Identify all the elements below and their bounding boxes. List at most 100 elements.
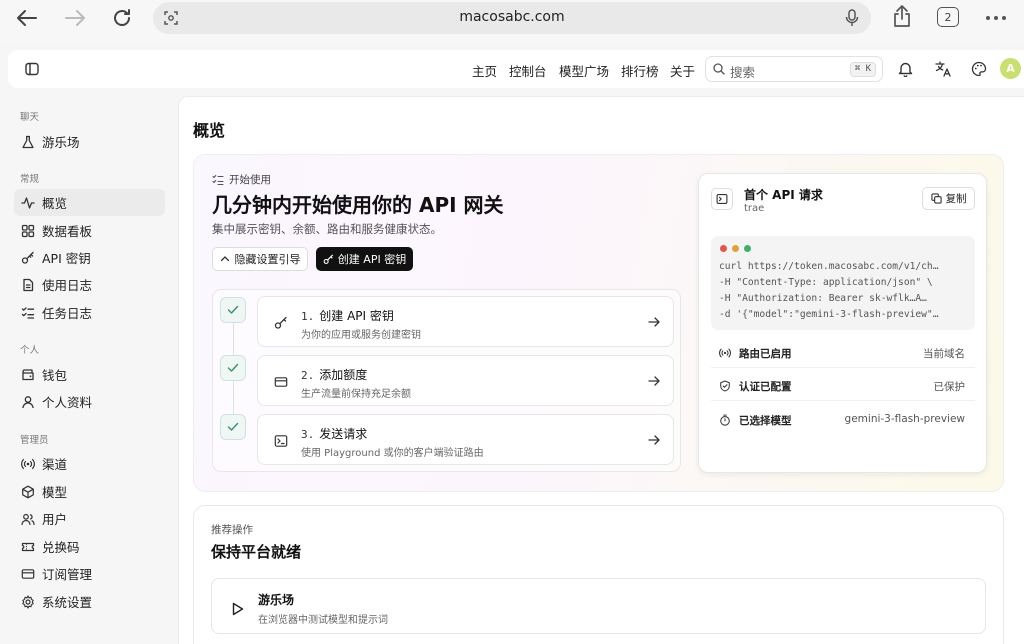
request-card-subtitle: trae [744,203,765,214]
sidebar-item-label: 模型 [42,485,68,500]
step-send-request[interactable]: 3. 发送请求 使用 Playground 或你的客户端验证路由 [257,414,674,465]
avatar[interactable]: A [1000,58,1021,79]
chevron-up-icon [220,256,229,262]
browser-toolbar: macosabc.com 2 [0,0,1024,42]
activity-icon [21,196,35,209]
sidebar-item-overview[interactable]: 概览 [14,189,165,216]
sidebar-item-label: 用户 [42,512,68,527]
search-input[interactable]: 搜索 ⌘ K [705,56,883,82]
settings-icon [22,594,34,609]
sidebar-item-playground[interactable]: 游乐场 [14,128,165,155]
ticket-icon [21,542,35,551]
sidebar-item-task-logs[interactable]: 任务日志 [14,299,165,326]
info-row-auth: 认证已配置 已保护 [711,374,975,401]
request-card-title: 首个 API 请求 [744,188,823,202]
info-label: 已选择模型 [739,415,792,427]
step-1-check [220,297,246,323]
sidebar-item-label: 兑换码 [42,540,80,555]
arrow-right-icon [648,435,660,445]
code-line: -d '{"model":"gemini-3-flash-preview"… [719,309,939,320]
sidebar-item-profile[interactable]: 个人资料 [14,388,165,415]
sidebar-item-label: 概览 [42,196,68,211]
copy-button[interactable]: 复制 [922,187,975,210]
arrow-right-icon [648,317,660,327]
sidebar-item-subscriptions[interactable]: 订阅管理 [14,560,165,587]
step-3-check [220,414,246,440]
microphone-icon[interactable] [845,9,859,27]
key-icon [21,251,34,264]
more-icon[interactable] [981,6,1011,30]
reload-icon[interactable] [107,6,137,30]
forward-icon[interactable] [60,6,90,30]
shield-check-icon [720,380,730,392]
nav-leaderboard[interactable]: 排行榜 [621,61,659,80]
copy-label: 复制 [945,193,967,205]
hero-tag: 开始使用 [212,172,271,187]
rec-card-title: 游乐场 [258,593,295,607]
recommended-label: 推荐操作 [211,524,253,536]
sidebar-item-system-settings[interactable]: 系统设置 [14,588,165,615]
info-value: 已保护 [933,381,966,393]
hide-guide-button[interactable]: 隐藏设置引导 [212,247,308,271]
window-dot-red [720,245,727,252]
play-icon [224,596,250,622]
back-icon[interactable] [12,6,42,30]
arrow-right-icon [648,376,660,386]
info-row-routing: 路由已启用 当前域名 [711,341,975,368]
sidebar-item-label: 渠道 [42,457,68,472]
first-request-card: 首个 API 请求 trae 复制 curl https://token.mac… [698,173,987,473]
step-create-api-key[interactable]: 1. 创建 API 密钥 为你的应用或服务创建密钥 [257,296,674,347]
search-shortcut: ⌘ K [849,62,876,77]
sidebar-item-usage-logs[interactable]: 使用日志 [14,271,165,298]
nav-model-market[interactable]: 模型广场 [559,61,609,80]
translate-icon[interactable] [933,59,953,79]
check-icon [227,305,239,314]
sidebar-item-models[interactable]: 模型 [14,478,165,505]
getting-started-panel: 开始使用 几分钟内开始使用你的 API 网关 集中展示密钥、余额、路由和服务健康… [193,154,1004,492]
code-snippet[interactable]: curl https://token.macosabc.com/v1/ch… -… [711,236,975,330]
dashboard-icon [21,224,35,237]
sidebar-item-label: API 密钥 [42,251,91,266]
wallet-icon [22,368,34,380]
credit-card-icon [21,568,35,579]
share-icon[interactable] [887,4,917,28]
key-icon [323,254,333,264]
copy-icon [930,193,942,204]
radio-icon [21,458,35,469]
step-desc: 生产流量前保持充足余额 [301,389,411,400]
bell-icon[interactable] [895,59,915,79]
palette-icon[interactable] [969,59,989,79]
sidebar-item-redeem-codes[interactable]: 兑换码 [14,533,165,560]
main-content: 概览 开始使用 几分钟内开始使用你的 API 网关 集中展示密钥、余额、路由和服… [178,96,1024,644]
address-bar[interactable]: macosabc.com [153,2,871,34]
list-check-icon [21,306,35,319]
code-line: -H "Authorization: Bearer sk-wflk…A… [719,293,927,304]
sidebar-item-wallet[interactable]: 钱包 [14,361,165,388]
code-line: curl https://token.macosabc.com/v1/ch… [719,261,939,272]
info-row-model: 已选择模型 gemini-3-flash-preview [711,408,975,435]
recommended-title: 保持平台就绪 [211,543,302,561]
hero-tag-label: 开始使用 [229,174,271,186]
step-add-credit[interactable]: 2. 添加额度 生产流量前保持充足余额 [257,355,674,406]
tab-count-button[interactable]: 2 [937,7,959,27]
nav-console[interactable]: 控制台 [509,61,547,80]
radio-icon [719,348,731,358]
sidebar-toggle-icon[interactable] [22,59,42,79]
page-title: 概览 [193,121,226,140]
hero-title: 几分钟内开始使用你的 API 网关 [212,193,504,217]
check-icon [227,422,239,431]
rec-card-desc: 在浏览器中测试模型和提示词 [258,615,388,626]
hide-guide-label: 隐藏设置引导 [234,253,301,266]
sidebar-item-label: 订阅管理 [42,567,93,582]
nav-home[interactable]: 主页 [472,61,497,80]
create-api-key-button[interactable]: 创建 API 密钥 [316,247,413,271]
sidebar-item-dashboard[interactable]: 数据看板 [14,217,165,244]
nav-about[interactable]: 关于 [670,61,695,80]
sidebar-item-channels[interactable]: 渠道 [14,450,165,477]
app-header: 主页 控制台 模型广场 排行榜 关于 搜索 ⌘ K A [8,50,1024,88]
info-value: 当前域名 [923,348,965,360]
step-2-check [220,355,246,381]
sidebar-item-api-keys[interactable]: API 密钥 [14,244,165,271]
recommended-playground-card[interactable]: 游乐场 在浏览器中测试模型和提示词 [211,578,986,634]
sidebar-item-users[interactable]: 用户 [14,505,165,532]
